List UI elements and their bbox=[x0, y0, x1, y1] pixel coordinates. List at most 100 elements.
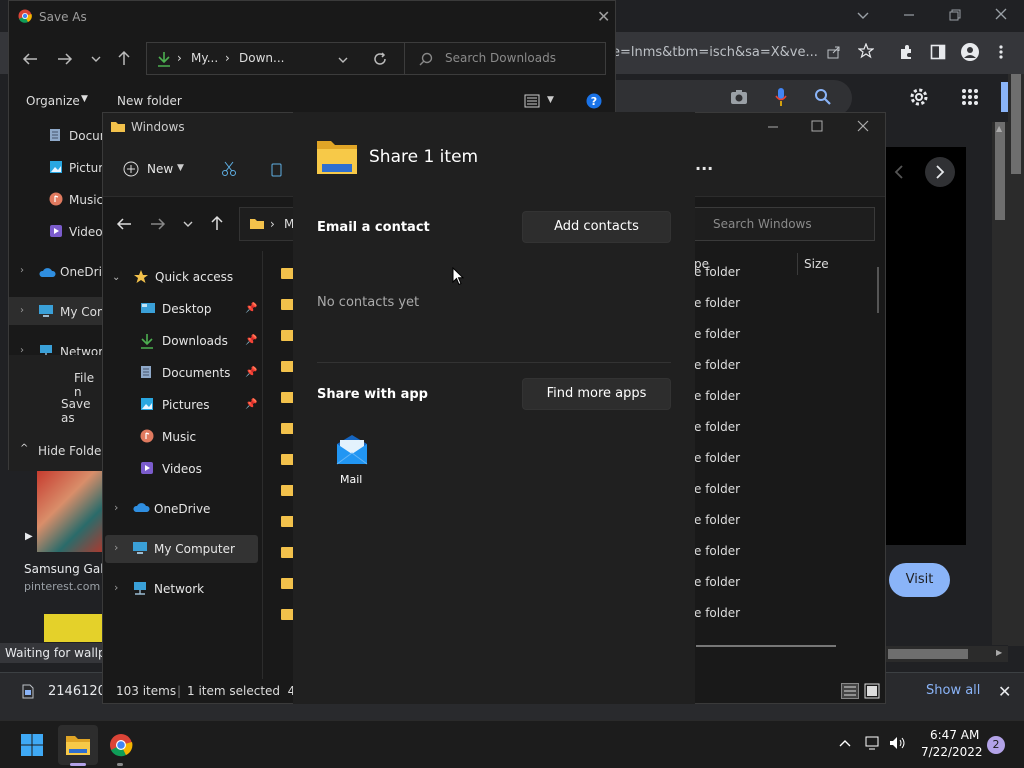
expand-chevron-icon[interactable]: › bbox=[20, 265, 24, 276]
side-panel-icon[interactable] bbox=[930, 44, 946, 60]
clock-date[interactable]: 7/22/2022 bbox=[921, 745, 983, 759]
network-tray-icon[interactable] bbox=[865, 736, 881, 750]
address-bar-text[interactable]: e=lnms&tbm=isch&sa=X&ve... bbox=[612, 40, 852, 66]
tiles-view-icon[interactable] bbox=[864, 683, 880, 699]
apps-grid-icon[interactable] bbox=[961, 88, 979, 106]
column-header-size[interactable]: Size bbox=[804, 257, 829, 271]
minimize-icon[interactable] bbox=[767, 121, 779, 133]
share-icon[interactable] bbox=[826, 44, 842, 60]
cut-icon[interactable] bbox=[221, 161, 237, 177]
horizontal-scrollbar[interactable] bbox=[884, 646, 1008, 662]
expand-chevron-icon[interactable]: › bbox=[114, 581, 118, 594]
row-type-cell[interactable]: e folder bbox=[694, 358, 740, 372]
restore-icon[interactable] bbox=[948, 8, 962, 22]
add-contacts-button[interactable]: Add contacts bbox=[522, 211, 671, 243]
dialog-path-bar[interactable]: › My... › Down... bbox=[146, 42, 406, 75]
camera-search-icon[interactable] bbox=[730, 89, 748, 105]
chevron-down-icon[interactable] bbox=[856, 8, 870, 22]
close-icon[interactable] bbox=[994, 7, 1008, 21]
next-image-icon[interactable] bbox=[925, 157, 955, 187]
scroll-right-icon[interactable]: ▶ bbox=[996, 648, 1002, 657]
tray-chevron-up-icon[interactable] bbox=[838, 738, 852, 748]
new-button[interactable]: New bbox=[147, 162, 173, 176]
new-plus-icon[interactable] bbox=[123, 161, 139, 177]
dialog-close-icon[interactable]: ✕ bbox=[597, 7, 610, 26]
chrome-taskbar-icon[interactable] bbox=[109, 733, 133, 757]
organize-chevron-icon[interactable]: ▼ bbox=[81, 94, 88, 104]
path-segment[interactable]: My... bbox=[191, 51, 218, 65]
clock-time[interactable]: 6:47 AM bbox=[930, 728, 979, 742]
collapse-chevron-icon[interactable]: ⌄ bbox=[112, 272, 120, 283]
details-view-icon[interactable] bbox=[841, 683, 859, 699]
expand-chevron-icon[interactable]: › bbox=[114, 541, 118, 554]
row-type-cell[interactable]: e folder bbox=[694, 420, 740, 434]
hide-folders-chevron-icon[interactable]: ^ bbox=[20, 443, 28, 454]
file-explorer-taskbar-icon[interactable] bbox=[65, 734, 91, 756]
maximize-icon[interactable] bbox=[811, 120, 823, 132]
windows-start-icon[interactable] bbox=[20, 733, 44, 757]
notification-badge[interactable]: 2 bbox=[987, 736, 1005, 754]
row-type-cell[interactable]: e folder bbox=[694, 327, 740, 341]
refresh-icon[interactable] bbox=[373, 52, 387, 66]
row-type-cell[interactable]: e folder bbox=[694, 482, 740, 496]
back-arrow-icon[interactable] bbox=[22, 52, 38, 66]
minimize-icon[interactable] bbox=[902, 8, 916, 22]
close-shelf-icon[interactable]: ✕ bbox=[998, 682, 1011, 701]
list-scrollbar[interactable] bbox=[877, 267, 879, 313]
forward-arrow-icon[interactable] bbox=[57, 52, 73, 66]
path-dropdown-icon[interactable] bbox=[337, 55, 349, 65]
recent-chevron-icon[interactable] bbox=[90, 54, 102, 64]
explorer-address-bar[interactable]: › M bbox=[239, 207, 299, 241]
more-options-button[interactable]: ... bbox=[695, 155, 713, 174]
dialog-search-input[interactable]: Search Downloads bbox=[404, 42, 606, 75]
dialog-nav-music[interactable]: Music bbox=[69, 193, 103, 207]
row-type-cell[interactable]: e folder bbox=[694, 265, 740, 279]
result-thumbnail-2[interactable] bbox=[44, 614, 102, 642]
help-icon[interactable]: ? bbox=[586, 93, 602, 109]
microphone-icon[interactable] bbox=[774, 87, 788, 107]
volume-icon[interactable] bbox=[889, 736, 907, 750]
download-filename[interactable]: 2146120. bbox=[48, 684, 110, 699]
menu-kebab-icon[interactable] bbox=[997, 44, 1005, 60]
row-type-cell[interactable]: e folder bbox=[694, 513, 740, 527]
mail-app-label[interactable]: Mail bbox=[340, 473, 362, 486]
forward-arrow-icon[interactable] bbox=[150, 217, 166, 231]
view-list-icon[interactable] bbox=[524, 94, 540, 108]
find-more-apps-button[interactable]: Find more apps bbox=[522, 378, 671, 410]
recent-chevron-icon[interactable] bbox=[182, 219, 194, 229]
row-type-cell[interactable]: e folder bbox=[694, 451, 740, 465]
explorer-search-input[interactable]: Search Windows bbox=[694, 207, 875, 241]
row-type-cell[interactable]: e folder bbox=[694, 544, 740, 558]
copy-icon[interactable] bbox=[270, 161, 284, 177]
search-icon[interactable] bbox=[814, 88, 832, 106]
page-scrollbar[interactable] bbox=[1008, 74, 1024, 646]
expand-chevron-icon[interactable]: › bbox=[114, 501, 118, 514]
organize-button[interactable]: Organize bbox=[26, 94, 80, 108]
profile-avatar-icon[interactable] bbox=[960, 42, 980, 62]
settings-gear-icon[interactable] bbox=[908, 86, 930, 108]
row-type-cell[interactable]: e folder bbox=[694, 575, 740, 589]
up-arrow-icon[interactable] bbox=[210, 215, 224, 231]
new-chevron-icon[interactable]: ▼ bbox=[177, 163, 184, 173]
bookmark-star-icon[interactable] bbox=[858, 43, 874, 59]
row-type-cell[interactable]: e folder bbox=[694, 389, 740, 403]
view-chevron-icon[interactable]: ▼ bbox=[547, 95, 554, 105]
mail-app-icon[interactable] bbox=[335, 434, 369, 466]
row-type-cell[interactable]: e folder bbox=[694, 296, 740, 310]
row-type-cell[interactable]: e folder bbox=[694, 606, 740, 620]
visit-button[interactable]: Visit bbox=[889, 563, 950, 597]
path-segment[interactable]: Down... bbox=[239, 51, 284, 65]
preview-scrollbar[interactable] bbox=[992, 122, 1008, 645]
up-arrow-icon[interactable] bbox=[117, 50, 131, 66]
list-h-scrollbar[interactable] bbox=[696, 645, 836, 647]
back-arrow-icon[interactable] bbox=[116, 217, 132, 231]
close-icon[interactable] bbox=[857, 120, 869, 132]
extensions-icon[interactable] bbox=[898, 44, 914, 60]
scroll-up-icon[interactable]: ▲ bbox=[996, 124, 1002, 133]
new-folder-button[interactable]: New folder bbox=[117, 94, 182, 108]
prev-image-icon[interactable] bbox=[893, 164, 905, 180]
show-all-link[interactable]: Show all bbox=[926, 683, 980, 698]
result-title[interactable]: Samsung Gala bbox=[24, 562, 102, 576]
result-thumbnail[interactable] bbox=[37, 470, 102, 552]
expand-chevron-icon[interactable]: › bbox=[20, 305, 24, 316]
